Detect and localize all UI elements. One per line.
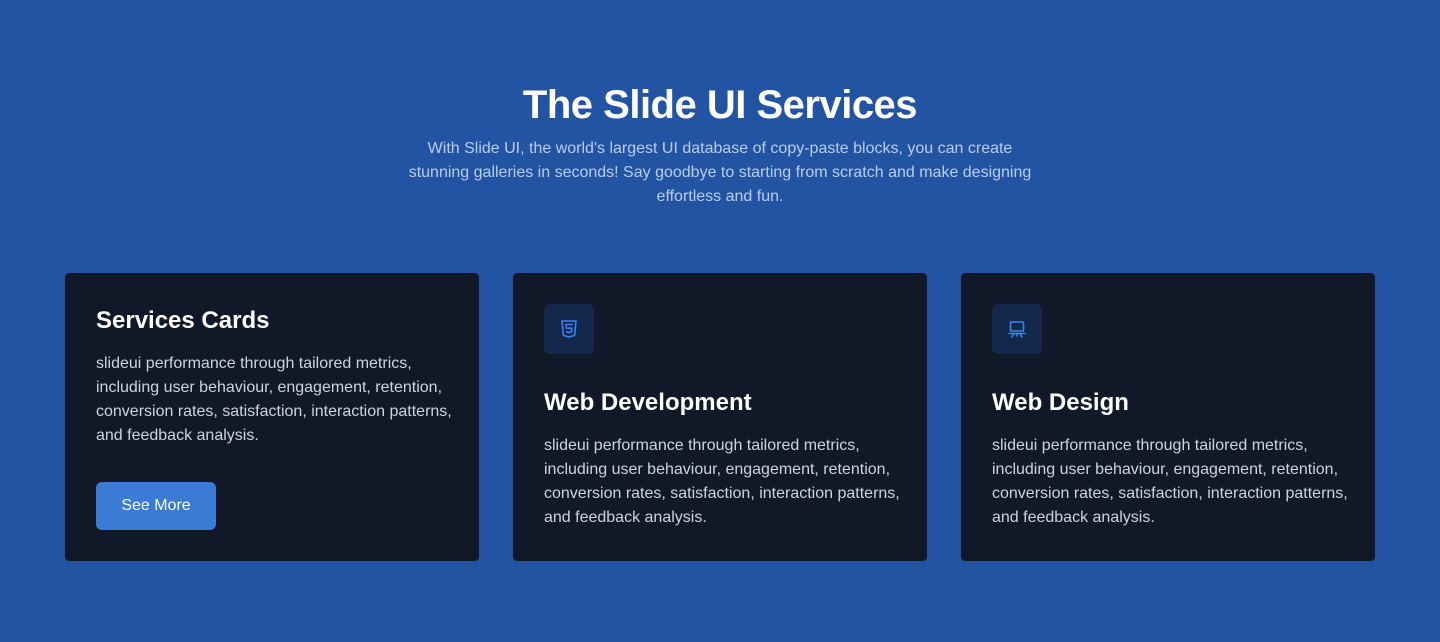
card-title: Services Cards (96, 307, 270, 334)
card-description: slideui performance through tailored met… (544, 437, 900, 526)
web-design-card: Web Design slideui performance through t… (961, 273, 1375, 561)
section-title: The Slide UI Services (522, 83, 918, 127)
services-section: The Slide UI Services With Slide UI, the… (0, 0, 1440, 642)
web-development-card: Web Development slideui performance thro… (513, 273, 927, 561)
card-description: slideui performance through tailored met… (96, 355, 452, 444)
card-title: Web Design (992, 389, 1129, 416)
presentation-board-icon (992, 304, 1042, 354)
section-subtitle: With Slide UI, the world's largest UI da… (408, 140, 1032, 205)
html5-icon (544, 304, 594, 354)
services-card: Services Cards slideui performance throu… (65, 273, 479, 561)
card-description: slideui performance through tailored met… (992, 437, 1348, 526)
card-title: Web Development (544, 389, 752, 416)
see-more-button[interactable]: See More (96, 482, 216, 530)
